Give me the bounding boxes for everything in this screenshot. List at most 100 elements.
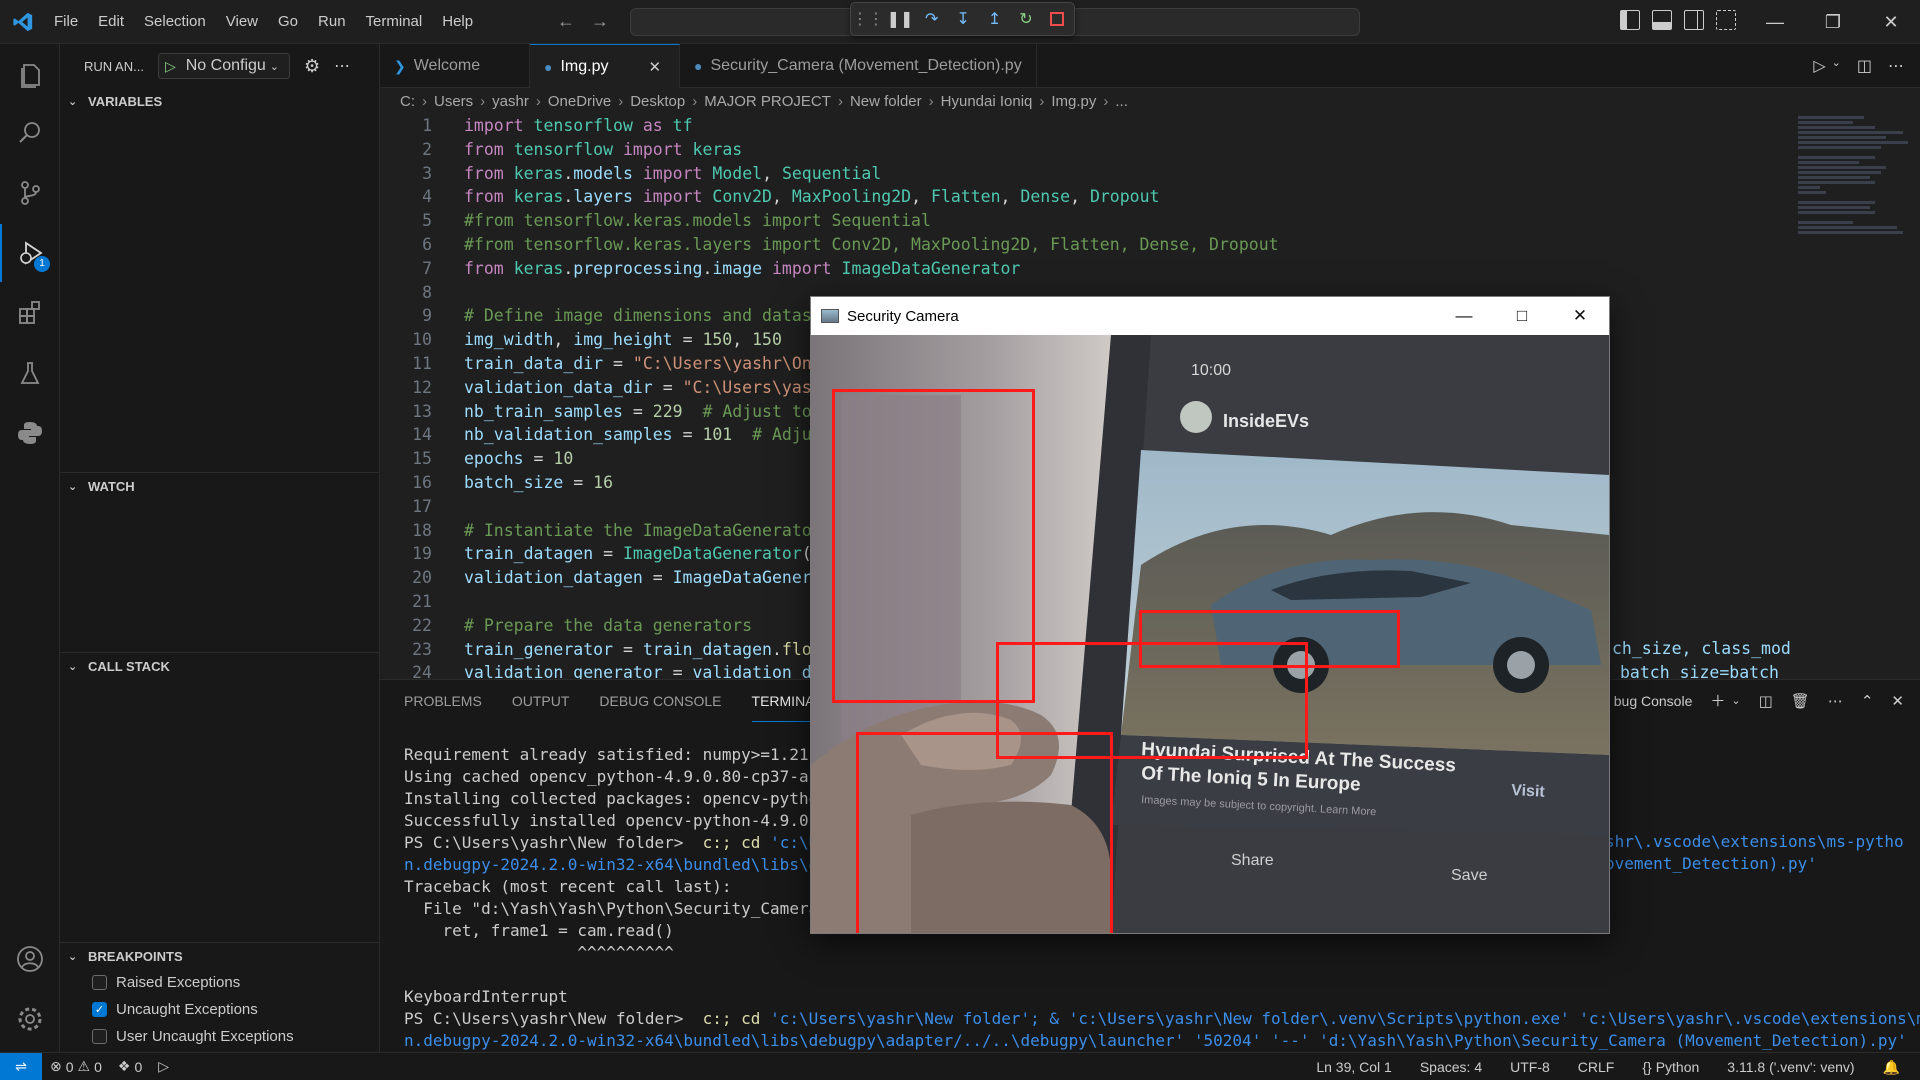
tab-debug-console[interactable]: DEBUG CONSOLE [599,680,721,722]
breakpoint-user-uncaught-exceptions[interactable]: User Uncaught Exceptions [60,1023,380,1050]
launch-config-select[interactable]: ▷ No Configu ⌄ [157,53,290,79]
breadcrumb-item[interactable]: OneDrive [548,93,611,110]
new-terminal-icon[interactable]: ＋ [1710,690,1725,711]
step-out-icon[interactable]: ↥ [984,8,1005,30]
code-line[interactable]: 4 from keras.layers import Conv2D, MaxPoo… [380,185,1780,209]
remote-indicator-icon[interactable]: ⇌ [0,1052,42,1080]
cursor-position[interactable]: Ln 39, Col 1 [1308,1059,1400,1075]
run-python-file-icon[interactable]: ▷ [1813,56,1825,76]
breadcrumb-item[interactable]: New folder [850,93,922,110]
breakpoint-raised-exceptions[interactable]: Raised Exceptions [60,969,380,996]
drag-handle-icon[interactable]: ⋮⋮ [852,8,884,30]
breadcrumb-item[interactable]: Hyundai Ioniq [941,93,1033,110]
toggle-primary-sidebar-icon[interactable] [1620,10,1640,30]
minimize-icon[interactable]: — [1746,0,1804,44]
breakpoints-header[interactable]: ⌄ BREAKPOINTS [60,943,380,969]
close-window-icon[interactable]: ✕ [1551,297,1609,335]
language-mode[interactable]: {} Python [1634,1059,1707,1075]
ports-status[interactable]: ❖ 0 [110,1058,150,1075]
trash-icon[interactable]: 🗑 [1791,692,1810,710]
watch-header[interactable]: ⌄ WATCH [60,473,380,499]
menu-terminal[interactable]: Terminal [356,0,433,44]
customize-layout-icon[interactable] [1716,10,1736,30]
pause-icon[interactable]: ❚❚ [887,8,914,30]
source-control-icon[interactable] [0,164,60,222]
call-stack-header[interactable]: ⌄ CALL STACK [60,653,380,679]
maximize-panel-icon[interactable]: ⌃ [1861,692,1874,710]
code-line[interactable]: 6 #from tensorflow.keras.layers import Co… [380,233,1780,257]
tab-problems[interactable]: PROBLEMS [404,680,482,722]
close-window-icon[interactable]: ✕ [1862,0,1920,44]
step-over-icon[interactable]: ↷ [921,8,942,30]
more-actions-icon[interactable]: ⋯ [1888,56,1904,76]
chevron-down-icon[interactable]: ⌄ [1832,56,1841,76]
menu-edit[interactable]: Edit [88,0,134,44]
restart-icon[interactable]: ↻ [1015,8,1036,30]
maximize-icon[interactable]: □ [1493,297,1551,335]
start-debug-icon[interactable]: ▷ [165,58,176,75]
uncaught-exceptions-checkbox[interactable]: ✓ [92,1002,107,1017]
forward-arrow-icon[interactable]: → [589,8,611,34]
breadcrumb-item[interactable]: Img.py [1051,93,1096,110]
terminal-instance-label[interactable]: bug Console [1614,693,1693,709]
breadcrumb-item[interactable]: Users [434,93,473,110]
run-and-debug-icon[interactable]: 1 [0,224,60,282]
search-icon[interactable] [0,104,60,162]
breadcrumb-item[interactable]: Desktop [630,93,685,110]
testing-flask-icon[interactable] [0,344,60,402]
debug-status[interactable]: ▷ [150,1058,177,1075]
close-tab-icon[interactable]: ✕ [648,58,661,76]
tab-output[interactable]: OUTPUT [512,680,570,722]
tab-img-py[interactable]: ● Img.py ✕ [530,44,680,88]
code-line[interactable]: 2 from tensorflow import keras [380,138,1780,162]
toggle-secondary-sidebar-icon[interactable] [1684,10,1704,30]
more-actions-icon[interactable]: ⋯ [1828,692,1843,710]
explorer-icon[interactable] [0,46,60,104]
python-interpreter[interactable]: 3.11.8 ('.venv': venv) [1719,1059,1862,1075]
restore-icon[interactable]: ❐ [1804,0,1862,44]
breadcrumb-item[interactable]: MAJOR PROJECT [704,93,831,110]
stop-icon[interactable] [1047,8,1068,30]
menu-file[interactable]: File [44,0,88,44]
problems-status[interactable]: ⊗ 0 ⚠ 0 [42,1058,110,1075]
back-arrow-icon[interactable]: ← [555,8,577,34]
code-line[interactable]: 3 from keras.models import Model, Sequent… [380,162,1780,186]
close-panel-icon[interactable]: ✕ [1891,692,1904,710]
account-icon[interactable] [0,930,60,988]
breadcrumb-item[interactable]: yashr [492,93,529,110]
menu-selection[interactable]: Selection [134,0,216,44]
menu-run[interactable]: Run [308,0,356,44]
camera-titlebar[interactable]: Security Camera — □ ✕ [811,297,1609,335]
code-line[interactable]: 1 import tensorflow as tf [380,114,1780,138]
line-ending[interactable]: CRLF [1570,1059,1623,1075]
breadcrumb-item[interactable]: ... [1115,93,1128,110]
menu-help[interactable]: Help [432,0,483,44]
variables-header[interactable]: ⌄ VARIABLES [60,88,380,114]
extensions-icon[interactable] [0,284,60,342]
code-line[interactable]: 5 #from tensorflow.keras.models import Se… [380,209,1780,233]
code-line[interactable]: 7 from keras.preprocessing.image import I… [380,257,1780,281]
chevron-down-icon[interactable]: ⌄ [1731,694,1740,707]
settings-gear-icon[interactable] [0,990,60,1048]
more-actions-icon[interactable]: ⋯ [334,56,350,76]
notifications-bell-icon[interactable]: 🔔 [1875,1059,1908,1076]
menu-go[interactable]: Go [268,0,308,44]
toggle-panel-icon[interactable] [1652,10,1672,30]
minimap[interactable] [1798,116,1908,236]
open-launch-json-gear-icon[interactable]: ⚙ [304,56,320,77]
minimize-icon[interactable]: — [1435,297,1493,335]
python-icon[interactable] [0,404,60,462]
breakpoint-uncaught-exceptions[interactable]: ✓ Uncaught Exceptions [60,996,380,1023]
menu-view[interactable]: View [216,0,268,44]
breadcrumb-separator-icon: › [480,92,486,110]
breadcrumb-item[interactable]: C: [400,93,415,110]
step-into-icon[interactable]: ↧ [952,8,973,30]
split-terminal-icon[interactable]: ◫ [1759,692,1773,710]
tab-welcome[interactable]: ❯ Welcome [380,44,530,88]
raised-exceptions-checkbox[interactable] [92,975,107,990]
tab-security-camera[interactable]: ● Security_Camera (Movement_Detection).p… [680,44,1037,88]
indentation[interactable]: Spaces: 4 [1412,1059,1490,1075]
split-editor-icon[interactable]: ◫ [1857,56,1872,76]
encoding[interactable]: UTF-8 [1502,1059,1558,1075]
user-uncaught-exceptions-checkbox[interactable] [92,1029,107,1044]
